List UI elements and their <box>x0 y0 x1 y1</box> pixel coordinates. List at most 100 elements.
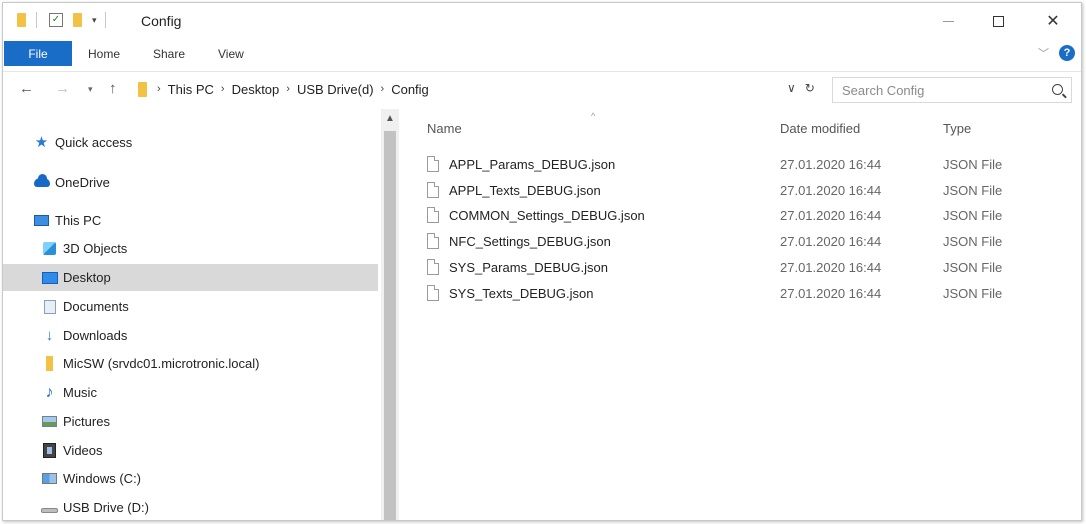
column-header-date[interactable]: Date modified <box>780 121 860 136</box>
breadcrumb-usb-drive[interactable]: USB Drive(d) <box>297 82 374 97</box>
breadcrumb-this-pc[interactable]: This PC <box>168 82 214 97</box>
file-date: 27.01.2020 16:44 <box>780 259 882 275</box>
file-date: 27.01.2020 16:44 <box>780 156 882 172</box>
file-type: JSON File <box>943 285 1003 301</box>
tab-view[interactable]: View <box>218 47 244 61</box>
file-name: SYS_Params_DEBUG.json <box>449 259 608 275</box>
chevron-right-icon[interactable]: › <box>286 83 290 95</box>
chevron-right-icon[interactable]: › <box>221 83 225 95</box>
sidebar-item-videos[interactable]: Videos <box>3 437 378 464</box>
toolbar-divider <box>104 12 106 28</box>
sidebar-item-label: Desktop <box>63 270 111 285</box>
customize-toolbar-icon[interactable]: ▾ <box>92 15 97 26</box>
download-icon: ↓ <box>45 327 54 344</box>
file-type: JSON File <box>943 233 1003 249</box>
sidebar-item-music[interactable]: ♪ Music <box>3 379 378 406</box>
sidebar-item-downloads[interactable]: ↓ Downloads <box>3 322 378 349</box>
chevron-right-icon[interactable]: › <box>381 83 385 95</box>
file-date: 27.01.2020 16:44 <box>780 285 882 301</box>
file-icon <box>427 156 439 172</box>
quick-access-toolbar: ✓ ▾ <box>17 12 106 28</box>
file-name: SYS_Texts_DEBUG.json <box>449 285 594 301</box>
sidebar-item-pictures[interactable]: Pictures <box>3 408 378 435</box>
file-row[interactable]: COMMON_Settings_DEBUG.json 27.01.2020 16… <box>427 202 1067 228</box>
chevron-right-icon[interactable]: › <box>157 83 161 95</box>
ribbon-tabs: File Home Share View ﹀ ? <box>3 41 1081 66</box>
sidebar-item-label: OneDrive <box>55 175 110 190</box>
file-name: APPL_Params_DEBUG.json <box>449 156 616 172</box>
sidebar-item-3d-objects[interactable]: 3D Objects <box>3 235 378 262</box>
file-name: APPL_Texts_DEBUG.json <box>449 182 601 198</box>
minimize-button[interactable] <box>928 9 968 33</box>
sidebar-item-label: USB Drive (D:) <box>63 500 149 515</box>
sidebar-scrollbar[interactable]: ▲ <box>381 109 399 520</box>
monitor-icon <box>33 214 50 228</box>
column-header-name[interactable]: Name <box>427 121 462 136</box>
folder-icon <box>17 13 26 27</box>
sidebar-item-this-pc[interactable]: This PC <box>3 207 378 234</box>
close-button[interactable]: ✕ <box>1033 9 1073 33</box>
file-name: NFC_Settings_DEBUG.json <box>449 233 611 249</box>
forward-arrow-icon[interactable]: → <box>55 80 70 97</box>
file-row[interactable]: SYS_Params_DEBUG.json 27.01.2020 16:44 J… <box>427 254 1067 280</box>
column-header-type[interactable]: Type <box>943 121 971 136</box>
search-input[interactable] <box>842 82 1042 98</box>
search-icon[interactable] <box>1052 84 1063 95</box>
ribbon-controls: ﹀ ? <box>1038 45 1075 61</box>
scrollbar-thumb[interactable] <box>384 131 396 520</box>
properties-icon[interactable]: ✓ <box>49 13 63 27</box>
navigation-bar: ← → ▾ ↑ › This PC › Desktop › USB Drive(… <box>3 71 1081 105</box>
address-controls: ∨ ↻ <box>787 81 815 95</box>
music-icon: ♪ <box>45 383 54 401</box>
file-row[interactable]: APPL_Texts_DEBUG.json 27.01.2020 16:44 J… <box>427 177 1067 203</box>
file-row[interactable]: APPL_Params_DEBUG.json 27.01.2020 16:44 … <box>427 151 1067 177</box>
scroll-up-arrow-icon[interactable]: ▲ <box>381 109 399 127</box>
star-icon: ★ <box>34 134 49 151</box>
tab-file[interactable]: File <box>4 41 72 66</box>
help-icon[interactable]: ? <box>1059 45 1075 61</box>
file-explorer-window: ✓ ▾ Config ✕ File Home Share View ﹀ ? ← … <box>2 2 1082 521</box>
sidebar-item-desktop[interactable]: Desktop <box>3 264 378 291</box>
up-arrow-icon[interactable]: ↑ <box>109 80 117 97</box>
file-date: 27.01.2020 16:44 <box>780 233 882 249</box>
recent-locations-icon[interactable]: ▾ <box>88 84 93 95</box>
minimize-icon <box>942 20 954 22</box>
file-row[interactable]: SYS_Texts_DEBUG.json 27.01.2020 16:44 JS… <box>427 280 1067 306</box>
back-arrow-icon[interactable]: ← <box>19 80 34 97</box>
network-drive-icon <box>41 356 58 371</box>
search-box[interactable] <box>832 77 1072 103</box>
address-dropdown-icon[interactable]: ∨ <box>787 81 796 95</box>
sidebar-item-onedrive[interactable]: OneDrive <box>3 169 378 196</box>
file-row[interactable]: NFC_Settings_DEBUG.json 27.01.2020 16:44… <box>427 228 1067 254</box>
cube-icon <box>41 242 58 256</box>
sidebar-item-windows-c[interactable]: Windows (C:) <box>3 465 378 492</box>
breadcrumb-desktop[interactable]: Desktop <box>232 82 280 97</box>
file-type: JSON File <box>943 207 1003 223</box>
sidebar-item-quick-access[interactable]: ★ Quick access <box>3 129 378 156</box>
sidebar-item-documents[interactable]: Documents <box>3 293 378 320</box>
desktop-icon <box>41 271 58 285</box>
file-date: 27.01.2020 16:44 <box>780 207 882 223</box>
sidebar-item-label: Windows (C:) <box>63 471 142 486</box>
window-title: Config <box>141 13 182 29</box>
sidebar-item-micsw[interactable]: MicSW (srvdc01.microtronic.local) <box>3 350 378 377</box>
maximize-button[interactable] <box>978 9 1018 33</box>
file-type: JSON File <box>943 259 1003 275</box>
file-icon <box>427 259 439 275</box>
file-icon <box>427 182 439 198</box>
cloud-icon <box>33 174 50 190</box>
sidebar-item-usb-drive[interactable]: USB Drive (D:) <box>3 494 378 520</box>
refresh-icon[interactable]: ↻ <box>805 81 815 95</box>
maximize-icon <box>992 15 1004 27</box>
tab-share[interactable]: Share <box>153 47 185 61</box>
expand-ribbon-icon[interactable]: ﹀ <box>1038 45 1049 61</box>
breadcrumb-config[interactable]: Config <box>391 82 429 97</box>
sidebar-item-label: MicSW (srvdc01.microtronic.local) <box>63 356 260 371</box>
navigation-pane: ★ Quick access OneDrive This PC 3D Objec… <box>3 109 381 520</box>
toolbar-divider <box>36 12 37 28</box>
videos-icon <box>41 443 58 458</box>
tab-home[interactable]: Home <box>88 47 120 61</box>
new-folder-icon[interactable] <box>73 13 82 27</box>
close-icon: ✕ <box>1046 13 1060 30</box>
address-bar[interactable]: › This PC › Desktop › USB Drive(d) › Con… <box>134 77 834 101</box>
